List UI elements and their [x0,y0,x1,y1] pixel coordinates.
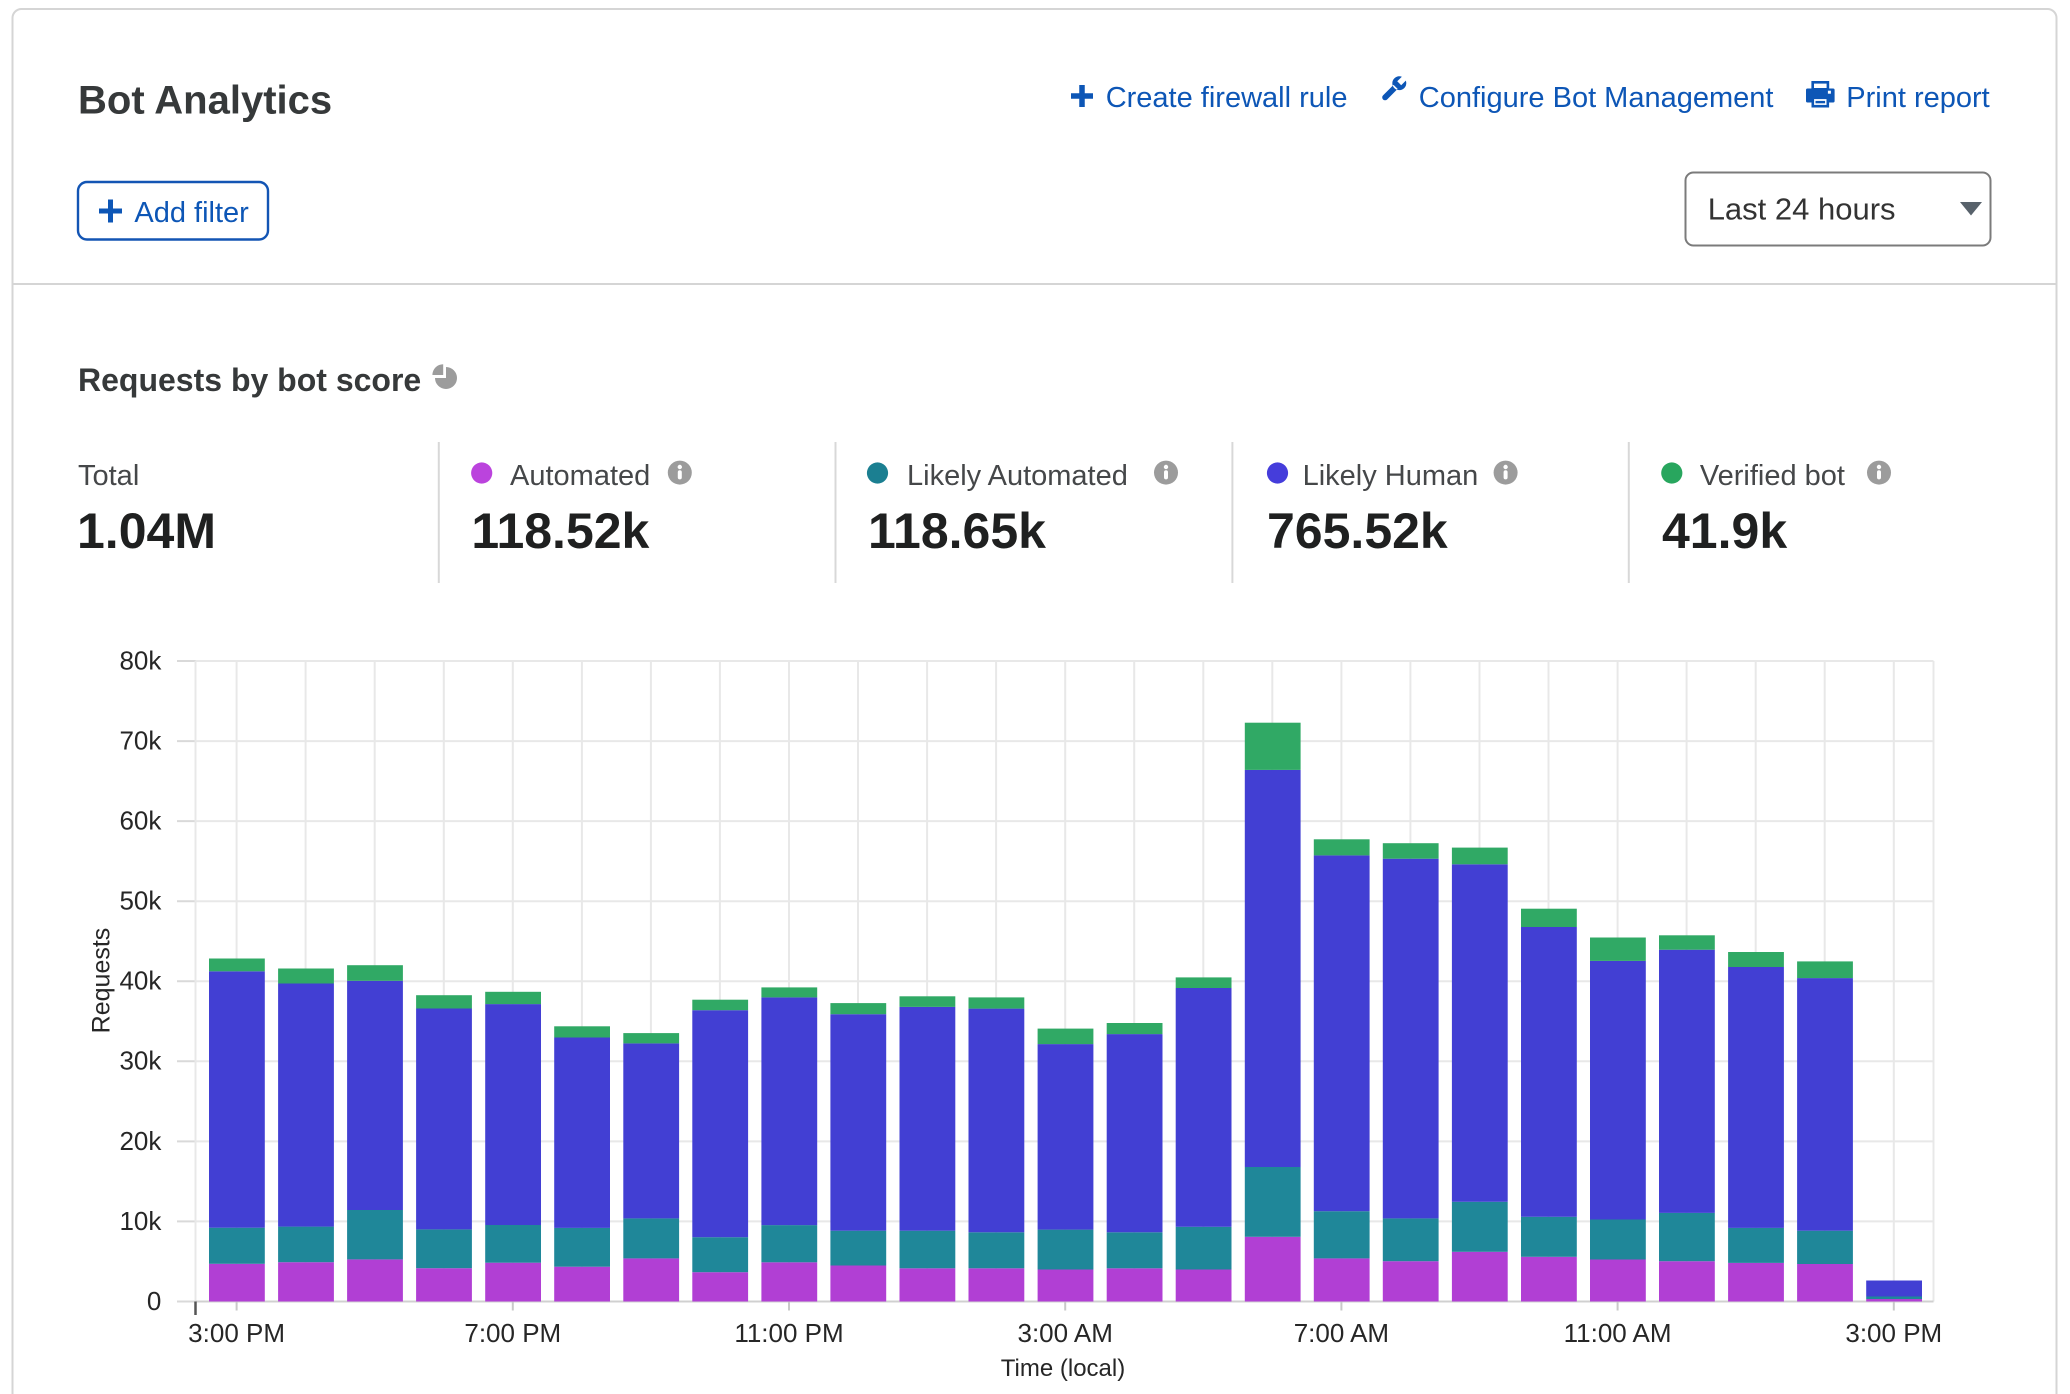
svg-text:7:00 AM: 7:00 AM [1294,1318,1389,1348]
svg-text:60k: 60k [119,806,162,836]
svg-text:50k: 50k [119,886,162,916]
svg-text:Last 24 hours: Last 24 hours [1708,192,1896,227]
svg-text:11:00 PM: 11:00 PM [734,1318,843,1348]
svg-text:10k: 10k [119,1206,162,1236]
svg-text:Bot Analytics: Bot Analytics [78,79,332,123]
svg-text:Total: Total [78,460,139,492]
svg-text:3:00 AM: 3:00 AM [1017,1318,1112,1348]
svg-text:Verified bot: Verified bot [1700,460,1845,492]
svg-text:3:00 PM: 3:00 PM [188,1318,285,1348]
svg-text:30k: 30k [119,1046,162,1076]
svg-text:80k: 80k [119,645,162,675]
svg-text:70k: 70k [119,726,162,756]
svg-text:0: 0 [147,1286,161,1316]
svg-text:41.9k: 41.9k [1662,503,1787,559]
svg-text:Requests: Requests [88,928,116,1034]
svg-text:11:00 AM: 11:00 AM [1564,1318,1672,1348]
svg-text:1.04M: 1.04M [77,503,216,559]
svg-text:Automated: Automated [510,460,650,492]
svg-text:40k: 40k [119,966,162,996]
svg-text:20k: 20k [119,1126,162,1156]
svg-text:Likely Human: Likely Human [1303,460,1479,492]
svg-text:765.52k: 765.52k [1267,503,1448,559]
svg-text:7:00 PM: 7:00 PM [464,1318,561,1348]
svg-text:Print report: Print report [1846,82,1989,114]
svg-text:118.65k: 118.65k [868,503,1046,559]
svg-text:Configure Bot Management: Configure Bot Management [1419,82,1774,114]
svg-text:Time (local): Time (local) [1001,1355,1125,1382]
svg-text:Add filter: Add filter [134,197,249,229]
svg-text:3:00 PM: 3:00 PM [1845,1318,1942,1348]
svg-text:118.52k: 118.52k [471,503,649,559]
svg-text:Likely Automated: Likely Automated [907,460,1128,492]
svg-text:Requests by bot score: Requests by bot score [78,362,421,398]
svg-text:Create firewall rule: Create firewall rule [1106,82,1348,114]
